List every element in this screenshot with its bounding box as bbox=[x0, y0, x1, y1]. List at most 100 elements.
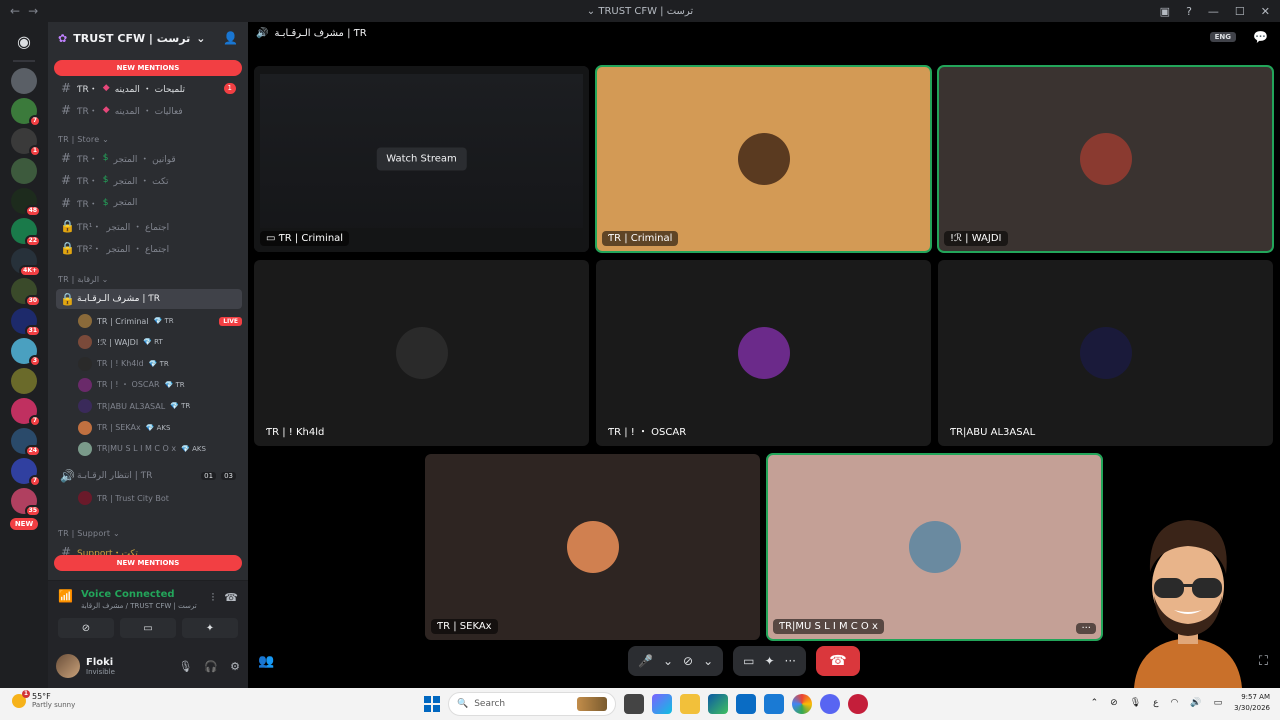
participant-tile[interactable]: ƬR | ! ・ OSCAR bbox=[596, 260, 931, 446]
server-icon[interactable]: 1 bbox=[11, 128, 41, 157]
server-icon[interactable]: 7 bbox=[11, 458, 41, 487]
file-explorer-icon[interactable] bbox=[680, 694, 700, 714]
server-icon[interactable]: 48 bbox=[11, 188, 41, 217]
gear-icon[interactable]: ⚙ bbox=[230, 660, 240, 673]
participant-tile[interactable]: ƬR | ! Kh4ld bbox=[254, 260, 589, 446]
new-mentions-pill-top[interactable]: NEW MENTIONS bbox=[54, 60, 242, 76]
close-icon[interactable]: ✕ bbox=[1261, 5, 1270, 18]
server-icon[interactable]: 7 bbox=[11, 98, 41, 127]
category-voice[interactable]: ƬR | الرقابة ⌄ bbox=[58, 275, 108, 284]
server-icon[interactable]: 22 bbox=[11, 218, 41, 247]
category-support[interactable]: ƬR | Support ⌄ bbox=[58, 529, 120, 538]
category-store[interactable]: ƬR | Store ⌄ bbox=[58, 135, 109, 144]
microphone-icon[interactable]: 🎙 bbox=[1130, 698, 1141, 708]
server-icon[interactable] bbox=[11, 368, 37, 394]
server-icon[interactable]: 35 bbox=[11, 488, 41, 517]
add-user-icon[interactable]: 👥 bbox=[258, 654, 274, 669]
server-icon[interactable] bbox=[11, 68, 37, 94]
windows-start-icon[interactable] bbox=[424, 696, 440, 712]
taskbar-search[interactable]: 🔍 Search bbox=[448, 692, 616, 716]
copilot-icon[interactable] bbox=[652, 694, 672, 714]
participant-tile[interactable]: !ℛ | WAJDI bbox=[937, 65, 1274, 253]
signal-icon[interactable]: 📶 bbox=[58, 589, 73, 603]
server-icon[interactable] bbox=[11, 158, 37, 184]
help-icon[interactable]: ? bbox=[1186, 5, 1192, 18]
channel-store[interactable]: # ƬR・ $ تكت ・ المتجر bbox=[56, 170, 242, 190]
screen-share-icon[interactable]: ▭ bbox=[743, 654, 754, 668]
microphone-icon[interactable]: 🎤 bbox=[638, 654, 653, 668]
new-unreads-pill[interactable]: NEW bbox=[9, 518, 39, 530]
camera-off-button[interactable]: ⊘ bbox=[58, 618, 114, 638]
server-icon[interactable]: 7 bbox=[11, 398, 41, 427]
participant-tile[interactable]: ƬR | Criminal bbox=[595, 65, 932, 253]
channel-store[interactable]: # ƬR・ $ المتجر bbox=[56, 193, 242, 213]
edge-icon[interactable] bbox=[708, 694, 728, 714]
avatar[interactable] bbox=[56, 654, 80, 678]
minimize-icon[interactable]: — bbox=[1208, 5, 1219, 18]
activities-icon[interactable]: ✦ bbox=[764, 654, 774, 668]
microphone-icon[interactable]: 🎙 bbox=[178, 660, 192, 673]
participant-tile[interactable]: ƬR | SEKAx bbox=[425, 454, 760, 640]
fullscreen-icon[interactable]: ⛶ bbox=[1259, 654, 1268, 669]
voice-channel-active[interactable]: 🔒 مشرف الـرقـابـة | ƬR bbox=[56, 289, 242, 309]
participant-tile[interactable]: ƬR|ABU AL3ASAL bbox=[938, 260, 1273, 446]
voice-user[interactable]: ƬR | Criminal 💎 ƬR LIVE bbox=[78, 311, 242, 331]
no-network-icon[interactable]: ⊘ bbox=[1110, 698, 1118, 708]
stream-tile[interactable]: Watch Stream ▭ ƬR | Criminal bbox=[254, 66, 589, 252]
chevron-up-icon[interactable]: ⌃ bbox=[1091, 698, 1099, 708]
chevron-down-icon[interactable]: ⌄ bbox=[703, 654, 713, 668]
more-options-button[interactable]: ··· bbox=[1076, 623, 1096, 634]
voice-user[interactable]: ƬR | SEKAx 💎 AKS bbox=[78, 418, 242, 438]
battery-icon[interactable]: ▭ bbox=[1214, 698, 1223, 708]
chrome-icon[interactable] bbox=[792, 694, 812, 714]
outlook-icon[interactable] bbox=[764, 694, 784, 714]
watch-stream-button[interactable]: Watch Stream bbox=[376, 147, 467, 171]
maximize-icon[interactable]: ☐ bbox=[1235, 5, 1245, 18]
headphones-icon[interactable]: 🎧 bbox=[204, 660, 218, 673]
language-pill[interactable]: ENG bbox=[1209, 32, 1236, 42]
voice-user[interactable]: ƬR | ! ・ OSCAR 💎 ƬR bbox=[78, 375, 242, 395]
screen-share-button[interactable]: ▭ bbox=[120, 618, 176, 638]
inbox-icon[interactable]: ▣ bbox=[1160, 5, 1170, 18]
task-view-icon[interactable] bbox=[624, 694, 644, 714]
server-icon[interactable]: 24 bbox=[11, 428, 41, 457]
chat-icon[interactable]: 💬 bbox=[1253, 30, 1268, 44]
more-icon[interactable]: ··· bbox=[785, 654, 796, 668]
server-icon[interactable]: 31 bbox=[11, 308, 41, 337]
noise-suppression-icon[interactable]: ⫶ bbox=[212, 591, 215, 605]
wifi-icon[interactable]: ◠ bbox=[1171, 698, 1179, 708]
voice-location-text[interactable]: مشرف الرقابة / TRUST CFW | ترست bbox=[81, 602, 197, 610]
disconnect-icon[interactable]: ☎ bbox=[224, 591, 238, 605]
channel-store[interactable]: # ƬR・ $ قوانين ・ المتجر bbox=[56, 148, 242, 168]
channel-hints[interactable]: # ƬR・ ◆ تلميحات ・ المدينه 1 bbox=[56, 78, 242, 98]
discord-icon[interactable] bbox=[820, 694, 840, 714]
server-header[interactable]: ✿ TRUST CFW | ترست ⌄ 👤 bbox=[48, 22, 248, 54]
voice-user[interactable]: !ℛ | WAJDI 💎 RT bbox=[78, 332, 242, 352]
channel-store[interactable]: 🔒 ƬR²・ اجتماع ・ المتجر bbox=[56, 238, 242, 258]
invite-people-icon[interactable]: 👤 bbox=[223, 31, 238, 45]
channel-store[interactable]: 🔒 ƬR¹・ اجتماع ・ المتجر bbox=[56, 216, 242, 236]
disconnect-button[interactable]: ☎ bbox=[816, 646, 860, 676]
weather-widget[interactable]: 1 55°F Partly sunny bbox=[12, 689, 75, 709]
forward-arrow-icon[interactable]: → bbox=[28, 4, 38, 18]
chevron-down-icon[interactable]: ⌄ bbox=[663, 654, 673, 668]
server-icon[interactable]: 30 bbox=[11, 278, 41, 307]
voice-user[interactable]: ƬR|MU S L I M C O x 💎 AKS bbox=[78, 439, 242, 459]
voice-user-bot[interactable]: ƬR | Trust City Bot bbox=[78, 488, 242, 508]
clock[interactable]: 9:57 AM 3/30/2026 bbox=[1234, 692, 1270, 714]
server-icon[interactable]: 3 bbox=[11, 338, 41, 367]
store-icon[interactable] bbox=[736, 694, 756, 714]
language-indicator[interactable]: ع bbox=[1153, 698, 1158, 708]
back-arrow-icon[interactable]: ← bbox=[10, 4, 20, 18]
participant-tile[interactable]: ƬR|MU S L I M C O x ··· bbox=[766, 453, 1103, 641]
channel-events[interactable]: # ƬR・ ◆ فعاليات ・ المدينه bbox=[56, 100, 242, 120]
voice-user[interactable]: ƬR|ABU AL3ASAL 💎 ƬR bbox=[78, 396, 242, 416]
volume-icon[interactable]: 🔊 bbox=[1190, 698, 1201, 708]
app-icon[interactable] bbox=[848, 694, 868, 714]
voice-user[interactable]: ƬR | ! Kh4ld 💎 ƬR bbox=[78, 354, 242, 374]
server-icon[interactable]: 4K+ bbox=[11, 248, 41, 277]
voice-channel-waiting[interactable]: 🔊 انتظار الرقـابـة | ƬR 01 03 bbox=[56, 466, 242, 486]
camera-off-icon[interactable]: ⊘ bbox=[683, 654, 693, 668]
discord-home-icon[interactable]: ◉ bbox=[7, 28, 41, 54]
activities-button[interactable]: ✦ bbox=[182, 618, 238, 638]
